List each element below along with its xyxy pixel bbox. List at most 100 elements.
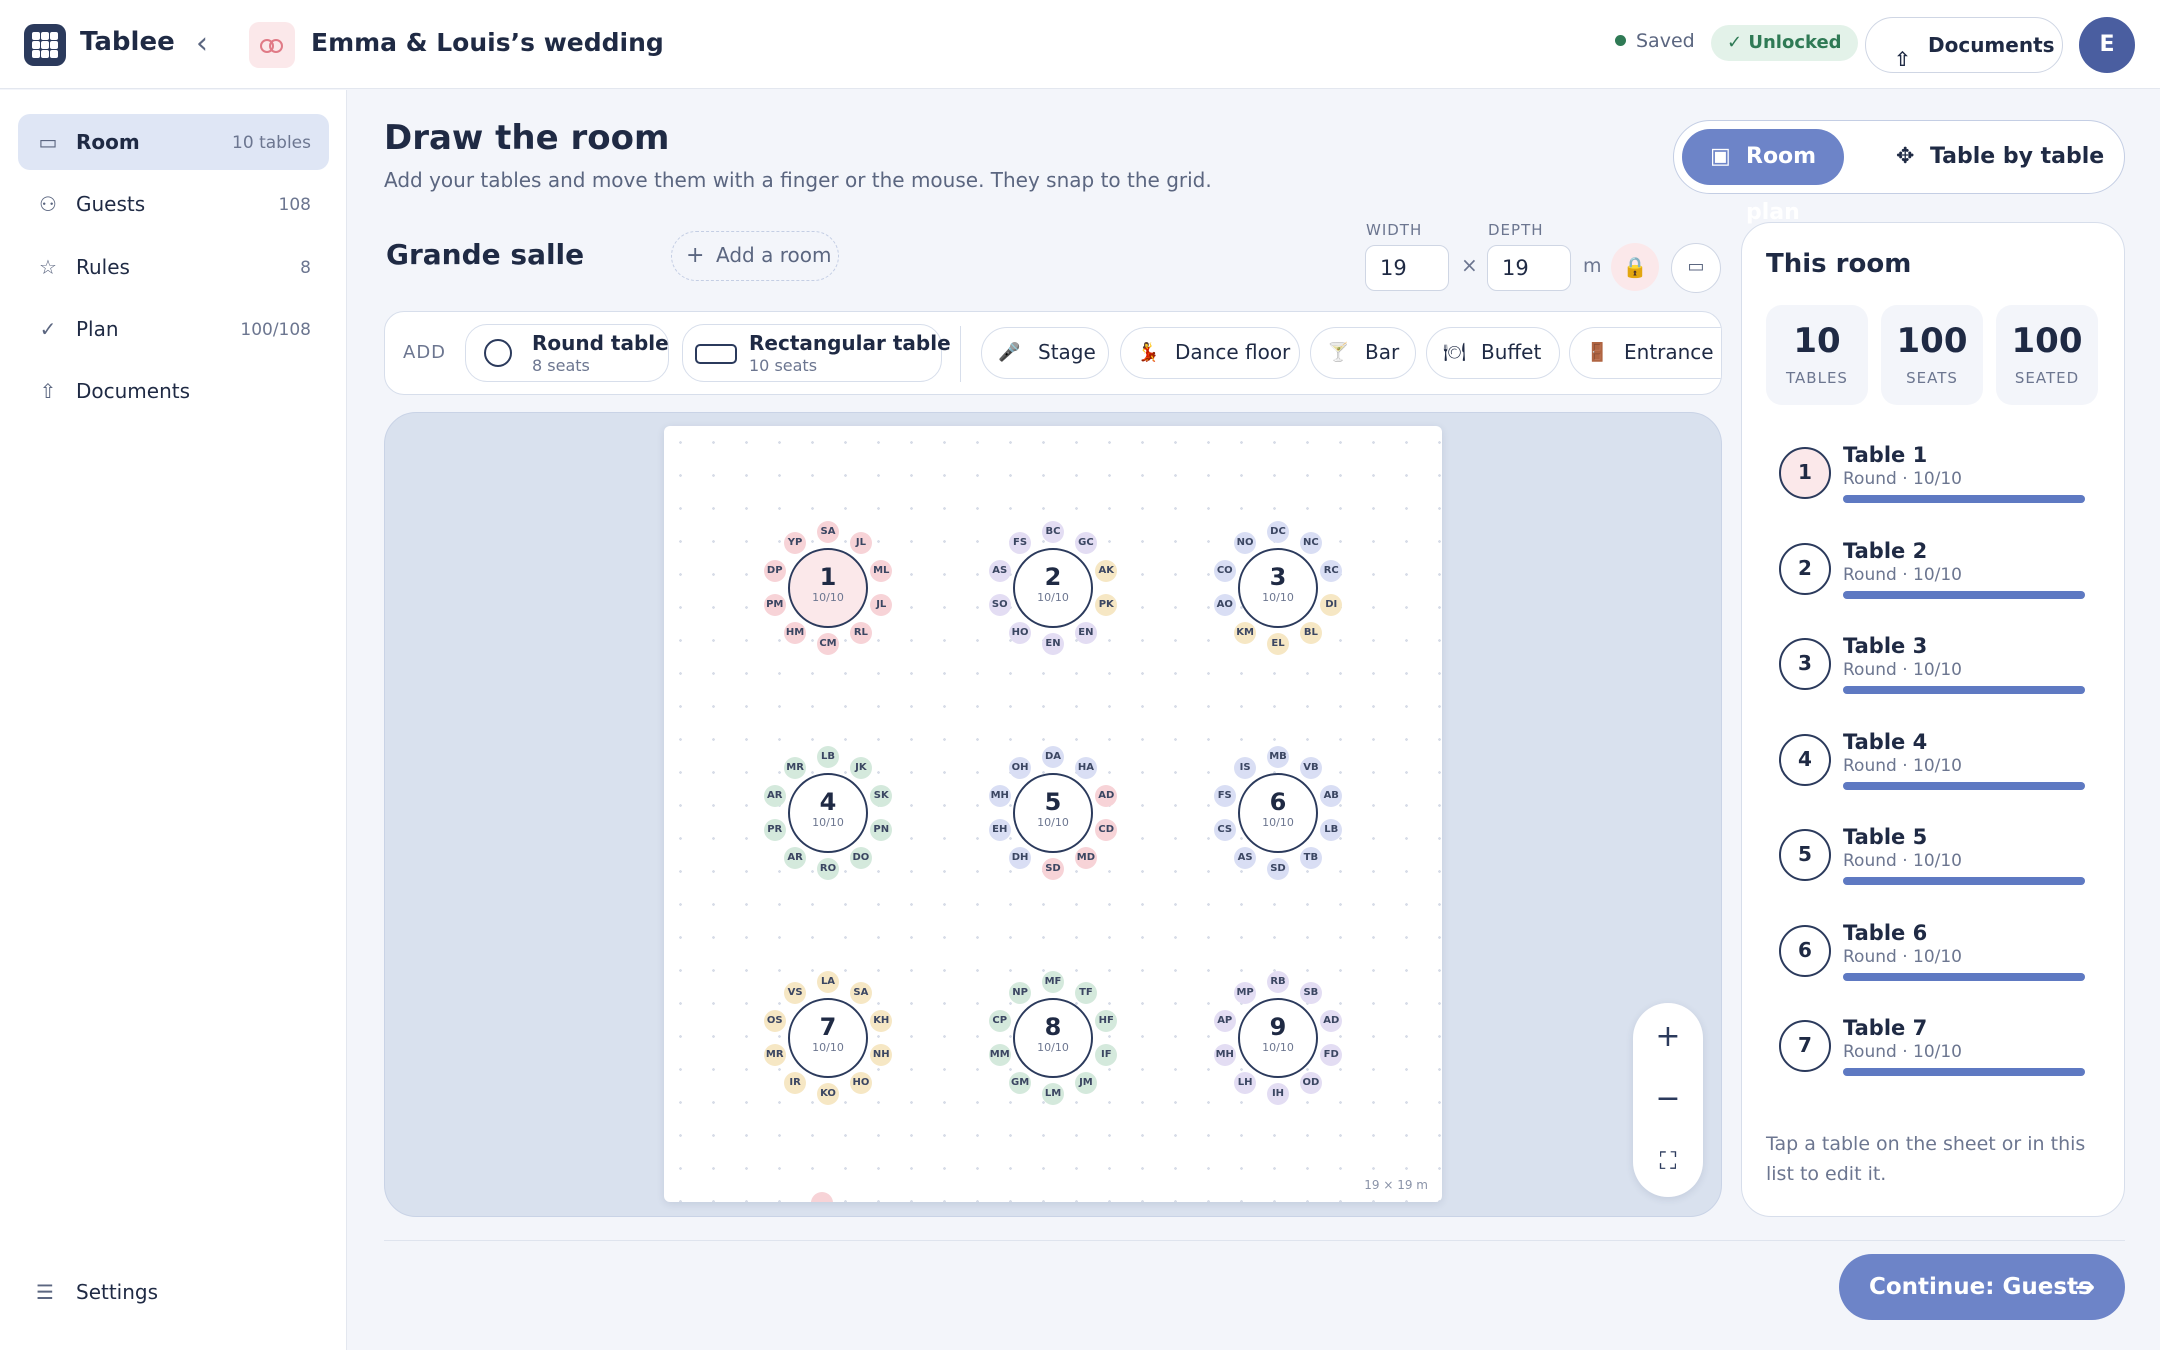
seat[interactable]: KO [817,1083,839,1105]
seat[interactable]: VB [1299,756,1322,779]
screen-icon[interactable]: ▭ [1671,243,1721,293]
seat[interactable]: MH [988,784,1011,807]
table-list-item[interactable]: 5 Table 5 Round · 10/10 [1742,807,2124,903]
seat[interactable]: MF [1042,971,1064,993]
sidebar-item-documents[interactable]: ⇧ Documents [18,363,329,419]
seat[interactable]: AP [1213,1009,1236,1032]
seat[interactable]: MR [784,756,807,779]
round-table-3[interactable]: 3 10/10 [1238,548,1318,628]
round-table-7[interactable]: 7 10/10 [788,998,868,1078]
seat[interactable]: EL [1267,633,1289,655]
continue-button[interactable]: Continue: Guests → [1839,1254,2125,1320]
seat[interactable]: CO [1213,559,1236,582]
seat[interactable]: AS [988,559,1011,582]
sidebar-item-plan[interactable]: ✓ Plan 100/108 [18,301,329,357]
seat[interactable]: MP [1234,981,1257,1004]
seat[interactable]: NH [870,1044,893,1067]
seat[interactable]: DH [1009,847,1032,870]
depth-input[interactable] [1487,245,1571,291]
seat[interactable]: BL [1299,622,1322,645]
seat[interactable]: HO [1009,622,1032,645]
seat[interactable]: HA [1074,756,1097,779]
seat[interactable]: DC [1267,521,1289,543]
seat[interactable]: AD [1320,1009,1343,1032]
round-table-6[interactable]: 6 10/10 [1238,773,1318,853]
table-list-item[interactable]: 3 Table 3 Round · 10/10 [1742,616,2124,712]
seat[interactable]: YP [784,531,807,554]
seat[interactable]: TF [1074,981,1097,1004]
table-list-item[interactable]: 7 Table 7 Round · 10/10 [1742,998,2124,1094]
seat[interactable]: AD [1095,784,1118,807]
seat[interactable]: IR [784,1072,807,1095]
seat[interactable]: EN [1074,622,1097,645]
seat[interactable]: JM [1074,1072,1097,1095]
seat[interactable]: AS [1234,847,1257,870]
sidebar-item-guests[interactable]: ⚇ Guests 108 [18,176,329,232]
seat[interactable]: AB [1320,784,1343,807]
seat[interactable]: FD [1320,1044,1343,1067]
entrance-chip[interactable]: 🚪 Entrance [1569,327,1721,379]
seat[interactable]: HM [784,622,807,645]
app-logo-icon[interactable] [24,24,66,66]
seat[interactable]: DI [1320,594,1343,617]
seat[interactable]: SB [1299,981,1322,1004]
room-sheet[interactable]: 19 × 19 m SA JL ML JL RL CM HM PM DP YP 1 10/10 BC GC… [664,426,1442,1202]
table-list-item[interactable]: 2 Table 2 Round · 10/10 [1742,521,2124,617]
seat[interactable]: MD [1074,847,1097,870]
seat[interactable]: DA [1042,746,1064,768]
seat[interactable]: MH [1213,1044,1236,1067]
seat[interactable]: HO [849,1072,872,1095]
room-name[interactable]: Grande salle [386,238,584,271]
seat[interactable]: AR [763,784,786,807]
seat[interactable]: JL [849,531,872,554]
round-table-8[interactable]: 8 10/10 [1013,998,1093,1078]
sidebar-item-rules[interactable]: ☆ Rules 8 [18,239,329,295]
seat[interactable]: SA [817,521,839,543]
seat[interactable]: OD [1299,1072,1322,1095]
round-table-9[interactable]: 9 10/10 [1238,998,1318,1078]
table-list-item[interactable]: 1 Table 1 Round · 10/10 [1742,425,2124,521]
seat[interactable]: ML [870,559,893,582]
seat[interactable]: HF [1095,1009,1118,1032]
seat[interactable]: CM [817,633,839,655]
seat[interactable]: FS [1213,784,1236,807]
stage-chip[interactable]: 🎤 Stage [981,327,1109,379]
add-room-button[interactable]: + Add a room [671,231,839,281]
seat[interactable]: GC [1074,531,1097,554]
seat[interactable]: EH [988,819,1011,842]
table-by-table-tab[interactable]: ✥ Table by table [1896,129,2104,185]
bar-chip[interactable]: 🍸 Bar [1310,327,1416,379]
seat[interactable]: SO [988,594,1011,617]
seat[interactable]: SD [1267,858,1289,880]
rect-table-chip[interactable]: Rectangular table 10 seats [682,324,951,382]
seat[interactable]: AK [1095,559,1118,582]
seat[interactable]: PK [1095,594,1118,617]
seat[interactable]: PN [870,819,893,842]
seat[interactable]: LB [1320,819,1343,842]
seat[interactable]: KM [1234,622,1257,645]
round-table-5[interactable]: 5 10/10 [1013,773,1093,853]
seat[interactable]: RL [849,622,872,645]
seat[interactable]: IS [1234,756,1257,779]
seat[interactable]: AR [784,847,807,870]
seat[interactable]: LB [817,746,839,768]
seat[interactable]: NO [1234,531,1257,554]
seat[interactable]: PR [763,819,786,842]
seat[interactable]: RC [1320,559,1343,582]
seat[interactable]: MB [1267,746,1289,768]
room-plan-tab[interactable]: ▣ Room plan [1682,129,1844,225]
lock-icon[interactable]: 🔒 [1611,243,1659,291]
fullscreen-icon[interactable]: ⛶ [1633,1131,1703,1191]
seat[interactable]: JK [849,756,872,779]
seat[interactable]: SA [849,981,872,1004]
table-list-item[interactable]: 8Table 8Round · 10/10 [1742,1094,2124,1114]
seat[interactable]: AO [1213,594,1236,617]
seat[interactable]: DP [763,559,786,582]
seat[interactable]: DO [849,847,872,870]
seat[interactable]: CS [1213,819,1236,842]
seat[interactable]: BC [1042,521,1064,543]
seat[interactable]: LA [817,971,839,993]
seat[interactable]: VS [784,981,807,1004]
seat[interactable]: KH [870,1009,893,1032]
seat[interactable]: LH [1234,1072,1257,1095]
